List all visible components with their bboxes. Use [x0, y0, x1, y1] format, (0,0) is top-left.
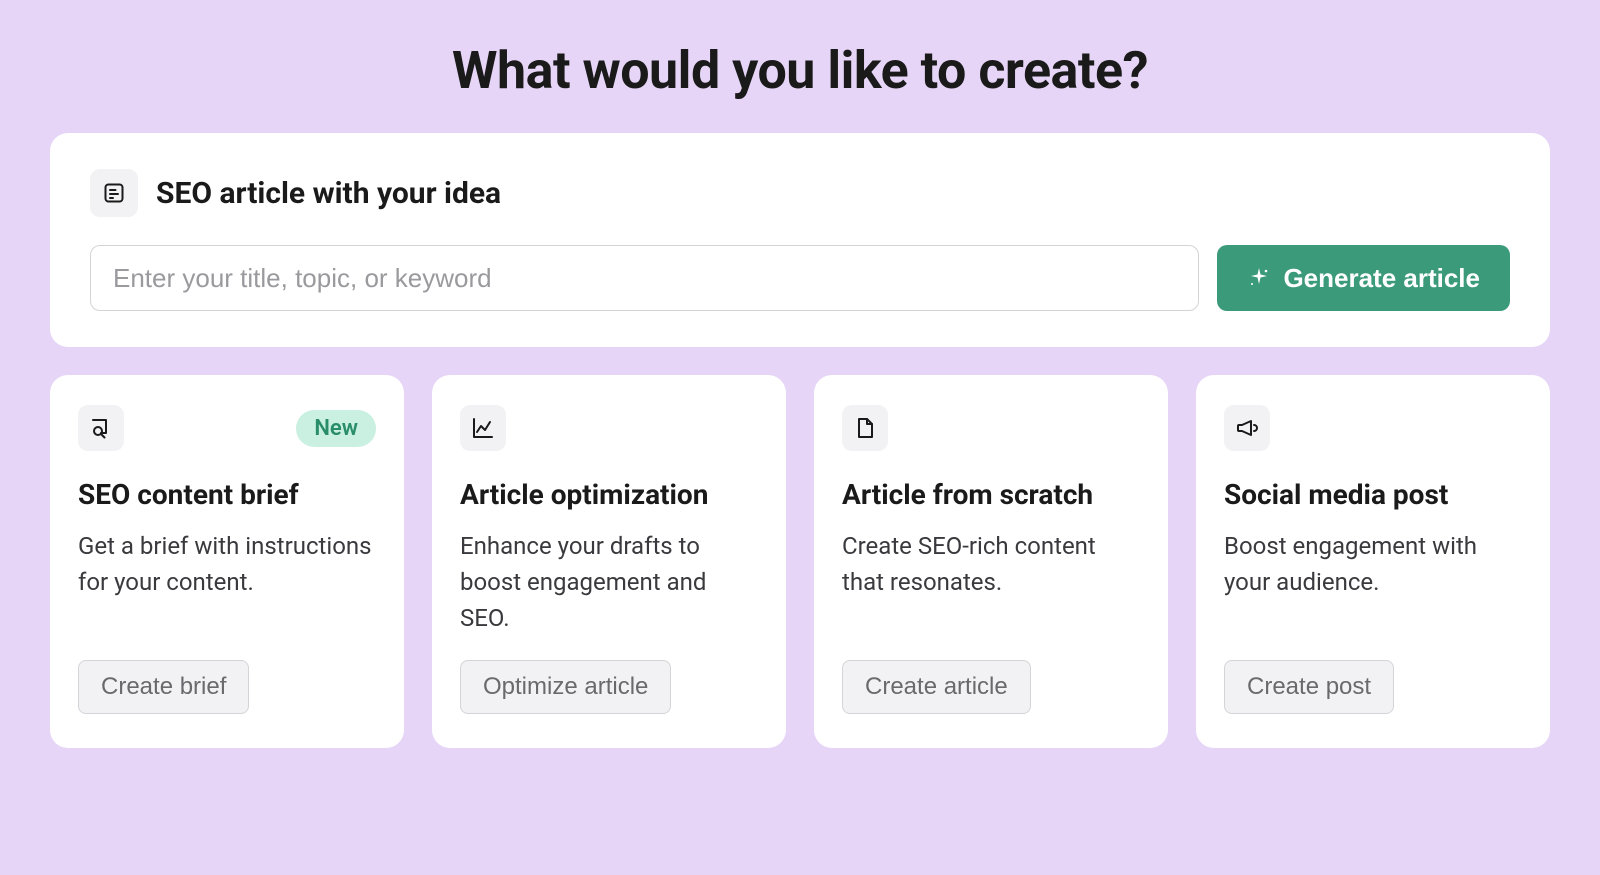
create-brief-button[interactable]: Create brief [78, 660, 249, 714]
optimize-article-button[interactable]: Optimize article [460, 660, 671, 714]
generate-button-label: Generate article [1283, 263, 1480, 294]
hero-card: SEO article with your idea Generate arti… [50, 133, 1550, 347]
card-title: Article from scratch [842, 477, 1140, 512]
card-title: Social media post [1224, 477, 1522, 512]
card-desc: Enhance your drafts to boost engagement … [460, 528, 758, 636]
card-title: Article optimization [460, 477, 758, 512]
card-top [460, 405, 758, 451]
create-post-button[interactable]: Create post [1224, 660, 1394, 714]
card-social-post: Social media post Boost engagement with … [1196, 375, 1550, 748]
card-article-scratch: Article from scratch Create SEO-rich con… [814, 375, 1168, 748]
card-seo-brief: New SEO content brief Get a brief with i… [50, 375, 404, 748]
card-title: SEO content brief [78, 477, 376, 512]
card-article-optimization: Article optimization Enhance your drafts… [432, 375, 786, 748]
hero-header: SEO article with your idea [90, 169, 1510, 217]
megaphone-icon [1224, 405, 1270, 451]
card-top: New [78, 405, 376, 451]
card-desc: Create SEO-rich content that resonates. [842, 528, 1140, 636]
topic-input[interactable] [90, 245, 1199, 311]
article-icon [90, 169, 138, 217]
chart-line-icon [460, 405, 506, 451]
create-article-button[interactable]: Create article [842, 660, 1031, 714]
card-top [842, 405, 1140, 451]
search-doc-icon [78, 405, 124, 451]
new-badge: New [296, 410, 376, 447]
card-desc: Get a brief with instructions for your c… [78, 528, 376, 636]
hero-title: SEO article with your idea [156, 176, 501, 211]
card-desc: Boost engagement with your audience. [1224, 528, 1522, 636]
sparkle-icon [1247, 266, 1271, 290]
hero-input-row: Generate article [90, 245, 1510, 311]
card-grid: New SEO content brief Get a brief with i… [50, 375, 1550, 748]
document-icon [842, 405, 888, 451]
generate-article-button[interactable]: Generate article [1217, 245, 1510, 311]
page-title: What would you like to create? [50, 40, 1550, 101]
card-top [1224, 405, 1522, 451]
